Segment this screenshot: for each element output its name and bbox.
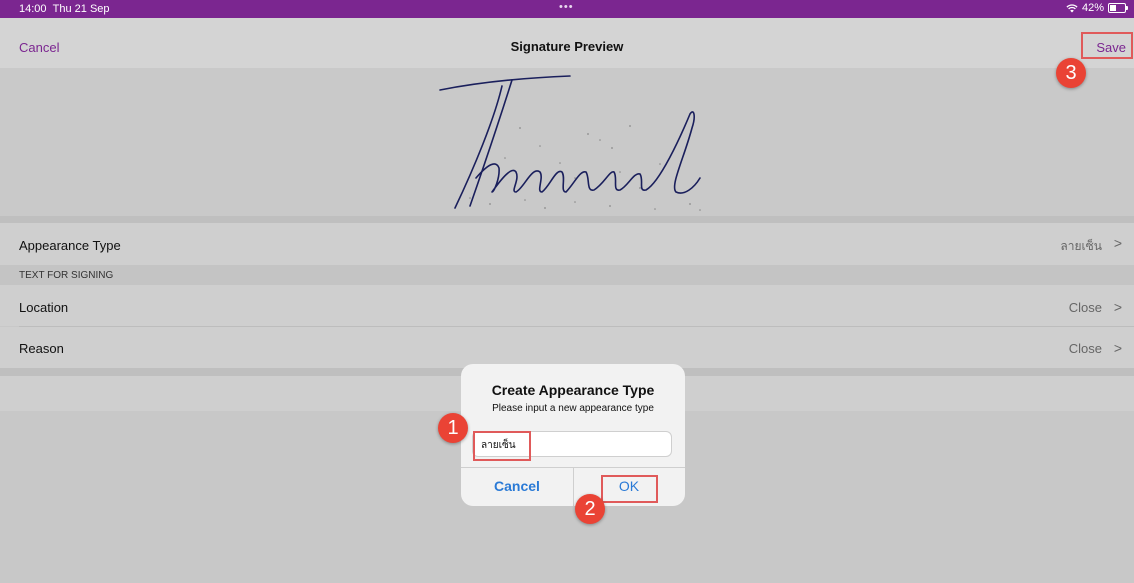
status-indicators: 42% (1066, 2, 1128, 14)
save-highlight-box (1081, 32, 1133, 59)
battery-percent: 42% (1081, 2, 1104, 14)
reason-row[interactable]: Reason Close > (0, 327, 1134, 368)
step-badge-2: 2 (575, 494, 605, 524)
dialog-message: Please input a new appearance type (492, 403, 654, 414)
status-bar: 14:00 Thu 21 Sep ••• 42% (0, 0, 1134, 18)
section-header: TEXT FOR SIGNING (0, 265, 1134, 285)
section-gap (0, 216, 1134, 223)
nav-bar: Cancel Signature Preview Save (0, 18, 1134, 69)
signature-preview-area (0, 68, 1134, 216)
signature-image (439, 75, 701, 211)
input-highlight-box (473, 431, 531, 461)
location-label: Location (19, 300, 69, 315)
battery-icon (1108, 3, 1128, 13)
wifi-icon (1066, 4, 1078, 13)
chevron-right-icon: > (1113, 340, 1122, 356)
reason-label: Reason (19, 341, 64, 356)
appearance-type-label: Appearance Type (19, 238, 121, 253)
reason-value: Close (1068, 341, 1102, 356)
appearance-type-row[interactable]: Appearance Type ลายเซ็น > (0, 223, 1134, 265)
appearance-type-value: ลายเซ็น (1060, 239, 1102, 253)
step-badge-3: 3 (1056, 58, 1086, 88)
dialog-cancel-button[interactable]: Cancel (461, 467, 573, 506)
page-title: Signature Preview (510, 39, 624, 54)
location-value: Close (1068, 300, 1102, 315)
status-time: 14:00 Thu 21 Sep (19, 3, 110, 15)
ok-highlight-box (601, 475, 658, 503)
dialog-title: Create Appearance Type (491, 382, 655, 398)
chevron-right-icon: > (1113, 299, 1122, 315)
step-badge-1: 1 (438, 413, 468, 443)
location-row[interactable]: Location Close > (0, 285, 1134, 326)
multitasking-dots[interactable]: ••• (559, 1, 574, 13)
chevron-right-icon: > (1113, 235, 1122, 251)
